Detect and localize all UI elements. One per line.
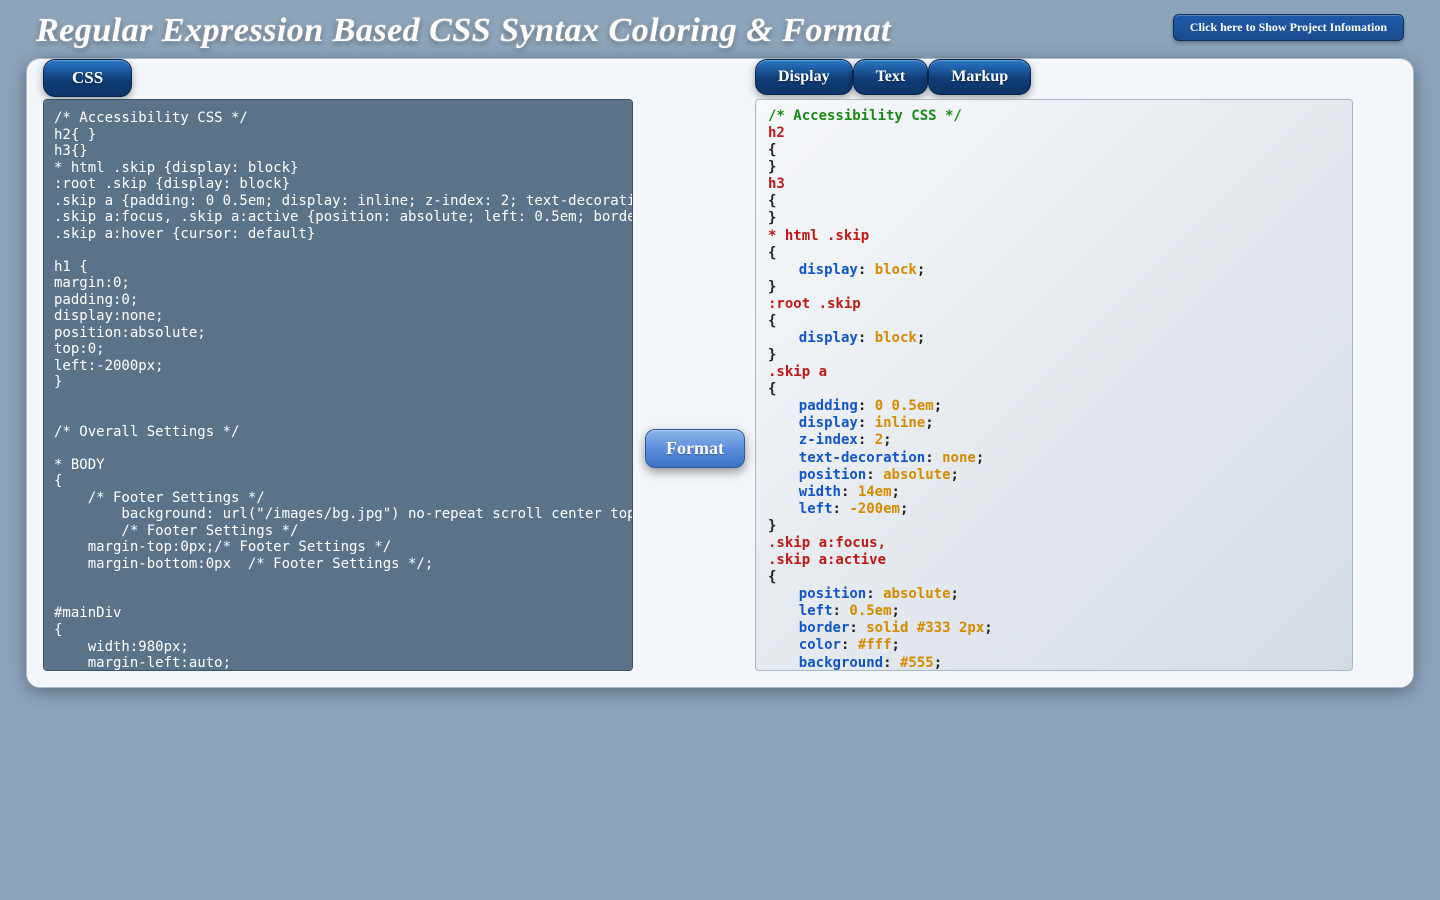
- output-panel[interactable]: /* Accessibility CSS */ h2 { } h3 { } * …: [755, 99, 1353, 671]
- project-info-button[interactable]: Click here to Show Project Infomation: [1173, 14, 1404, 41]
- tab-display[interactable]: Display: [755, 59, 853, 95]
- format-button[interactable]: Format: [645, 429, 745, 468]
- tab-row-left: CSS: [43, 59, 132, 97]
- page-title: Regular Expression Based CSS Syntax Colo…: [36, 12, 891, 50]
- tab-text[interactable]: Text: [853, 59, 929, 95]
- main-panel: CSS Display Text Markup Format /* Access…: [26, 58, 1414, 688]
- tab-row-right: Display Text Markup: [755, 59, 1031, 95]
- tab-css[interactable]: CSS: [43, 59, 132, 97]
- css-input[interactable]: [43, 99, 633, 671]
- tab-markup[interactable]: Markup: [928, 59, 1031, 95]
